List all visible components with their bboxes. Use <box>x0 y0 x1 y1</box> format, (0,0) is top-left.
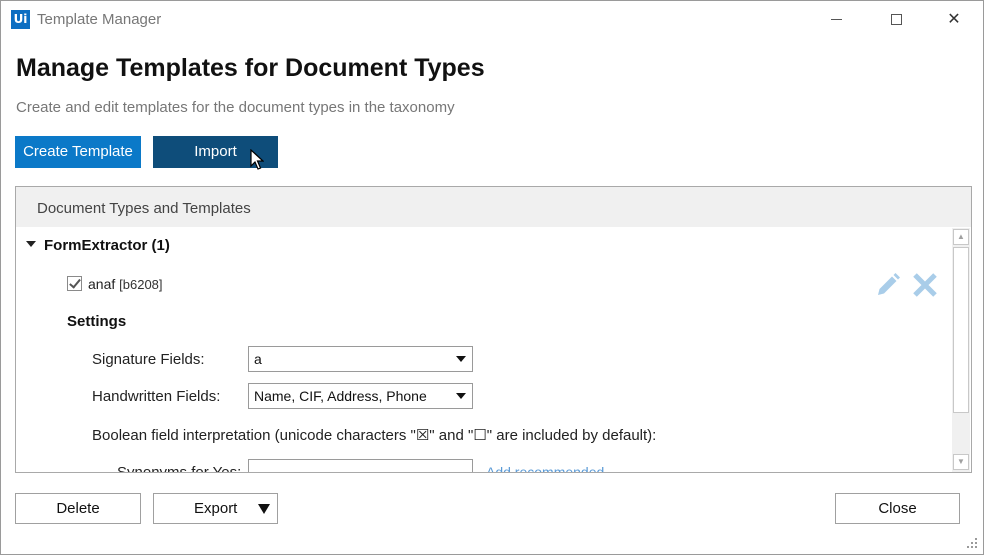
template-manager-window: Ui Template Manager ✕ Manage Templates f… <box>0 0 984 555</box>
vertical-scrollbar[interactable]: ▲ ▼ <box>952 228 970 472</box>
maximize-icon <box>890 14 902 26</box>
handwritten-fields-label: Handwritten Fields: <box>92 388 221 405</box>
panel-header-label: Document Types and Templates <box>37 200 251 217</box>
template-checkbox[interactable] <box>67 275 82 291</box>
export-label: Export <box>194 500 238 517</box>
template-item[interactable]: anaf [b6208] <box>67 275 163 293</box>
minimize-icon <box>830 19 842 21</box>
handwritten-fields-value: Name, CIF, Address, Phone <box>254 388 427 404</box>
minimize-button[interactable] <box>813 5 859 35</box>
template-id: [b6208] <box>119 277 163 292</box>
pencil-icon[interactable] <box>874 271 902 299</box>
close-button[interactable]: Close <box>835 493 960 524</box>
scroll-down-icon[interactable]: ▼ <box>953 454 969 470</box>
resize-grip-icon[interactable] <box>965 536 979 550</box>
document-types-panel: Document Types and Templates FormExtract… <box>15 186 972 473</box>
maximize-button[interactable] <box>873 5 919 35</box>
signature-fields-value: a <box>254 351 262 367</box>
expand-caret-icon[interactable] <box>26 241 36 248</box>
delete-button[interactable]: Delete <box>15 493 141 524</box>
synonyms-yes-label: Synonyms for Yes: <box>117 464 242 473</box>
mouse-cursor-icon <box>250 149 264 170</box>
dropdown-arrow-icon[interactable] <box>456 356 466 362</box>
scroll-up-icon[interactable]: ▲ <box>953 229 969 245</box>
signature-fields-label: Signature Fields: <box>92 351 205 368</box>
x-icon[interactable] <box>911 271 939 299</box>
add-recommended-link[interactable]: Add recommended <box>486 464 604 472</box>
title-bar[interactable]: Ui Template Manager ✕ <box>1 1 983 39</box>
document-type-formextractor[interactable]: FormExtractor (1) <box>26 237 170 254</box>
scroll-thumb[interactable] <box>953 247 969 413</box>
template-name: anaf <box>88 276 116 292</box>
uipath-logo-icon: Ui <box>11 10 30 29</box>
close-window-button[interactable]: ✕ <box>931 5 977 35</box>
signature-fields-select[interactable]: a <box>248 346 473 372</box>
dropdown-arrow-icon[interactable] <box>456 393 466 399</box>
page-subtitle: Create and edit templates for the docume… <box>16 99 455 116</box>
boolean-interpretation-label: Boolean field interpretation (unicode ch… <box>92 427 657 444</box>
settings-heading: Settings <box>67 313 127 330</box>
document-type-label: FormExtractor (1) <box>44 237 170 254</box>
handwritten-fields-select[interactable]: Name, CIF, Address, Phone <box>248 383 473 409</box>
create-template-button[interactable]: Create Template <box>15 136 141 168</box>
export-button[interactable]: Export <box>153 493 278 524</box>
page-title: Manage Templates for Document Types <box>16 54 485 82</box>
panel-header: Document Types and Templates <box>16 187 971 227</box>
close-icon: ✕ <box>947 11 961 28</box>
synonyms-yes-input[interactable] <box>248 459 473 472</box>
window-title: Template Manager <box>37 11 162 28</box>
export-dropdown-arrow-icon[interactable] <box>258 504 270 514</box>
